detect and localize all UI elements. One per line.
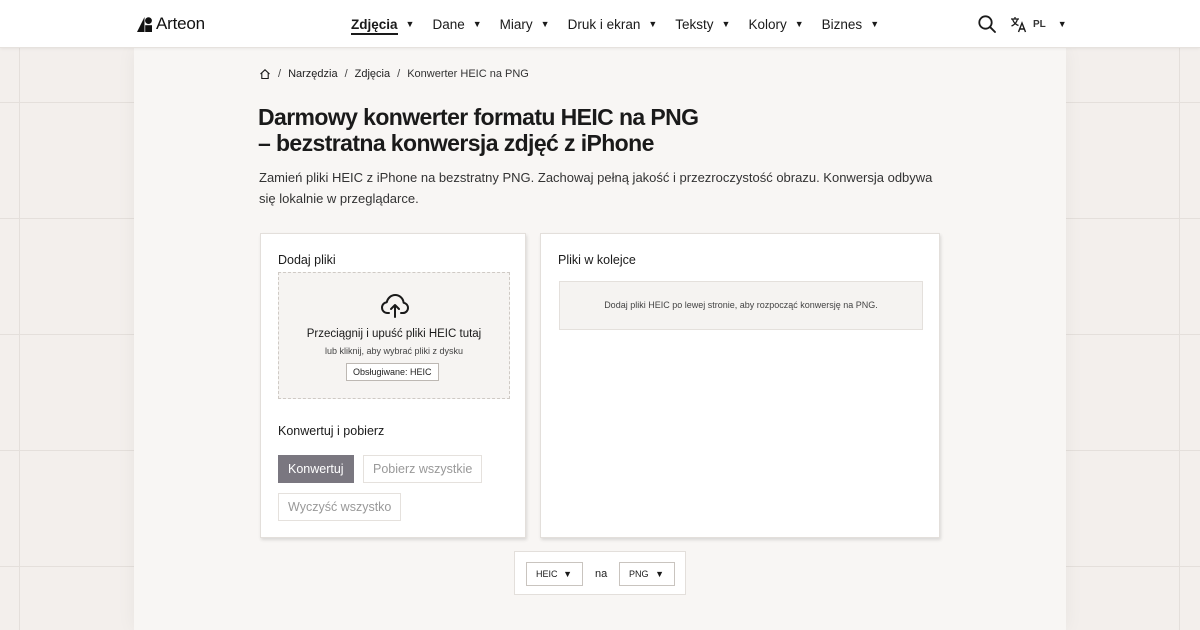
chevron-down-icon: ▼ [1057,19,1067,29]
nav-label: Miary [499,16,533,32]
nav-item-dane[interactable]: Dane ▼ [432,17,481,32]
upload-card: Dodaj pliki Przeciągnij i upuść pliki HE… [260,233,526,538]
target-format-value: PNG [629,569,649,579]
file-dropzone[interactable]: Przeciągnij i upuść pliki HEIC tutaj lub… [278,272,510,399]
upload-cloud-icon [381,294,409,318]
nav-label: Dane [432,16,465,32]
target-format-select[interactable]: PNG ▼ [619,562,675,586]
nav-label: Biznes [821,16,863,32]
upload-card-title: Dodaj pliki [278,253,336,267]
home-icon[interactable] [259,68,271,80]
page-title: Darmowy konwerter formatu HEIC na PNG – … [258,104,938,156]
breadcrumb-separator: / [344,68,348,80]
top-navigation-bar: Arteon Zdjęcia ▼ Dane ▼ Miary ▼ Druk i e… [0,0,1200,48]
source-format-select[interactable]: HEIC ▼ [526,562,583,586]
nav-label: Kolory [748,16,787,32]
chevron-down-icon: ▼ [405,19,415,29]
source-format-value: HEIC [536,569,558,579]
breadcrumb-narzedzia[interactable]: Narzędzia [288,68,338,80]
actions-title: Konwertuj i pobierz [278,424,385,438]
page-title-line-1: Darmowy konwerter formatu HEIC na PNG [258,104,699,130]
nav-item-biznes[interactable]: Biznes ▼ [822,17,879,32]
breadcrumb-separator: / [397,68,401,80]
nav-label: Druk i ekran [567,16,641,32]
nav-item-zdjecia[interactable]: Zdjęcia ▼ [351,16,415,35]
dropzone-secondary-text: lub kliknij, aby wybrać pliki z dysku [324,346,464,356]
chevron-down-icon: ▼ [540,19,550,29]
dropzone-primary-text: Przeciągnij i upuść pliki HEIC tutaj [306,328,482,340]
chevron-down-icon: ▼ [655,569,664,579]
nav-item-druk-i-ekran[interactable]: Druk i ekran ▼ [568,17,658,32]
page-description: Zamień pliki HEIC z iPhone na bezstratny… [259,170,933,206]
breadcrumb-separator: / [278,68,282,80]
download-all-button[interactable]: Pobierz wszystkie [363,455,483,483]
convert-button[interactable]: Konwertuj [278,455,354,483]
chevron-down-icon: ▼ [648,19,658,29]
search-icon [978,15,996,33]
format-selector-bar: HEIC ▼ na PNG ▼ [514,551,686,595]
queue-empty-state: Dodaj pliki HEIC po lewej stronie, aby r… [559,281,923,330]
search-button[interactable] [977,14,997,34]
nav-label: Zdjęcia [351,16,398,35]
supported-formats-badge: Obsługiwane: HEIC [346,363,439,381]
chevron-down-icon: ▼ [794,19,804,29]
chevron-down-icon: ▼ [721,19,731,29]
breadcrumb-current: Konwerter HEIC na PNG [407,68,529,80]
chevron-down-icon: ▼ [563,569,572,579]
main-nav: Zdjęcia ▼ Dane ▼ Miary ▼ Druk i ekran ▼ … [351,0,897,48]
nav-item-teksty[interactable]: Teksty ▼ [675,17,730,32]
queue-card-title: Pliki w kolejce [558,253,636,267]
page-title-line-2: – bezstratna konwersja zdjęć z iPhone [258,130,654,156]
brand-name: Arteon [156,14,205,33]
breadcrumb-zdjecia[interactable]: Zdjęcia [355,68,390,80]
language-selector[interactable]: PL ▼ [1010,14,1067,34]
breadcrumb: / Narzędzia / Zdjęcia / Konwerter HEIC n… [259,68,529,80]
chevron-down-icon: ▼ [870,19,880,29]
nav-item-miary[interactable]: Miary ▼ [500,17,550,32]
translate-icon [1011,16,1027,32]
chevron-down-icon: ▼ [472,19,482,29]
clear-all-button[interactable]: Wyczyść wszystko [278,493,402,521]
nav-label: Teksty [675,16,714,32]
language-code: PL [1033,18,1046,30]
nav-item-kolory[interactable]: Kolory ▼ [748,17,803,32]
logo-icon [137,16,152,32]
queue-card: Pliki w kolejce Dodaj pliki HEIC po lewe… [540,233,940,538]
brand-logo[interactable]: Arteon [137,14,205,34]
format-connector: na [595,568,608,580]
